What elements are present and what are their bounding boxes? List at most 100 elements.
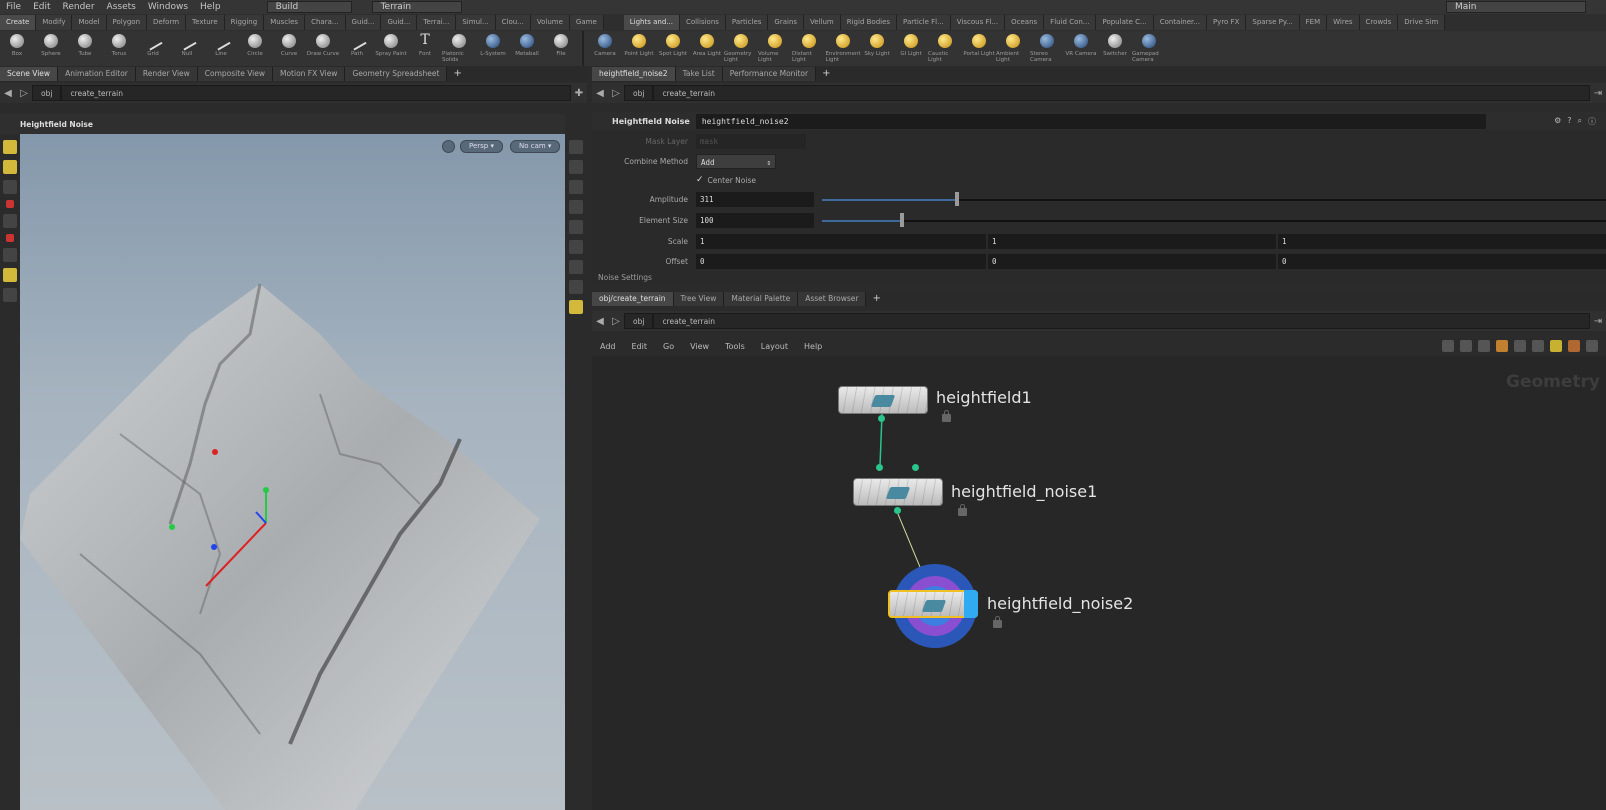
circle-tool-button[interactable]: Circle xyxy=(238,31,272,66)
element-size-field[interactable]: 100 xyxy=(696,212,814,228)
path-crumb-obj[interactable]: obj xyxy=(32,85,62,101)
shelf-tab[interactable]: FEM xyxy=(1299,15,1328,30)
amplitude-slider-knob[interactable] xyxy=(955,191,959,206)
platonic-tool-button[interactable]: Platonic Solids xyxy=(442,31,476,66)
tab-motion-fx-view[interactable]: Motion FX View xyxy=(273,66,346,81)
shelf-tab[interactable]: Model xyxy=(72,15,107,30)
persp-menu-button[interactable]: Persp ▾ xyxy=(460,140,503,153)
view-icon[interactable] xyxy=(442,140,455,153)
shelf-tab[interactable]: Clou... xyxy=(495,15,531,30)
spray-paint-tool-button[interactable]: Spray Paint xyxy=(374,31,408,66)
move-tool-icon[interactable] xyxy=(3,160,17,174)
element-size-slider[interactable] xyxy=(822,212,1606,228)
noise-settings-section[interactable]: Noise Settings xyxy=(598,273,652,282)
wrench-icon[interactable] xyxy=(1442,340,1454,352)
path-crumb-node[interactable]: create_terrain xyxy=(61,85,571,101)
sticky-note-icon[interactable] xyxy=(1532,340,1544,352)
menu-help[interactable]: Help xyxy=(194,2,227,12)
shelf-tab[interactable]: Populate C... xyxy=(1096,15,1154,30)
search-icon[interactable]: ⌕ xyxy=(1578,116,1582,127)
node-label-heightfield1[interactable]: heightfield1 xyxy=(936,388,1032,407)
node-heightfield1[interactable] xyxy=(838,386,928,414)
info-icon[interactable]: ⓘ xyxy=(1588,116,1596,127)
tab-composite-view[interactable]: Composite View xyxy=(197,66,273,81)
amplitude-slider[interactable] xyxy=(822,191,1606,207)
tree-icon[interactable] xyxy=(1460,340,1472,352)
torus-tool-button[interactable]: Torus xyxy=(102,31,136,66)
network-menu-view[interactable]: View xyxy=(682,342,717,351)
sphere-shading-icon[interactable] xyxy=(569,200,583,214)
scale-z-field[interactable]: 1 xyxy=(1278,233,1606,249)
menu-file[interactable]: File xyxy=(0,2,27,12)
lock-icon[interactable] xyxy=(942,410,951,422)
add-tab-icon[interactable]: + xyxy=(816,68,836,79)
shelf-tab[interactable]: Fluid Con... xyxy=(1044,15,1097,30)
network-menu-add[interactable]: Add xyxy=(592,342,624,351)
gamepad-camera-tool-button[interactable]: Gamepad Camera xyxy=(1132,31,1166,66)
normals-icon[interactable] xyxy=(569,260,583,274)
element-size-slider-knob[interactable] xyxy=(900,212,904,227)
handle-tool-icon[interactable] xyxy=(6,200,14,208)
forward-arrow-icon[interactable]: ▷ xyxy=(608,316,624,327)
network-menu-go[interactable]: Go xyxy=(655,342,682,351)
tab-take-list[interactable]: Take List xyxy=(675,66,723,81)
shelf-tab[interactable]: Guid... xyxy=(345,15,382,30)
line-tool-button[interactable]: Line xyxy=(204,31,238,66)
offset-x-field[interactable]: 0 xyxy=(696,253,986,269)
gear-icon[interactable]: ⚙ xyxy=(1554,116,1561,127)
camera-tool-button[interactable]: Camera xyxy=(588,31,622,66)
tab-material-palette[interactable]: Material Palette xyxy=(724,291,799,306)
distant-light-tool-button[interactable]: Distant Light xyxy=(792,31,826,66)
menu-assets[interactable]: Assets xyxy=(101,2,142,12)
shelf-tab[interactable]: Volume xyxy=(530,15,570,30)
path-crumb-node[interactable]: create_terrain xyxy=(653,313,1590,329)
lock-icon[interactable] xyxy=(569,160,583,174)
tab-asset-browser[interactable]: Asset Browser xyxy=(798,291,867,306)
switcher-tool-button[interactable]: Switcher xyxy=(1098,31,1132,66)
display-flag[interactable] xyxy=(964,590,978,618)
tab-geometry-spreadsheet[interactable]: Geometry Spreadsheet xyxy=(345,66,448,81)
shelf-tab[interactable]: Particles xyxy=(725,15,769,30)
network-menu-layout[interactable]: Layout xyxy=(753,342,796,351)
combine-method-select[interactable]: Add ⇕ xyxy=(696,153,776,169)
shelf-tab[interactable]: Chara... xyxy=(305,15,346,30)
forward-arrow-icon[interactable]: ▷ xyxy=(608,88,624,99)
select-tool-icon[interactable] xyxy=(3,140,17,154)
shelf-tab[interactable]: Rigid Bodies xyxy=(840,15,898,30)
network-box-icon[interactable] xyxy=(1550,340,1562,352)
metaball-tool-button[interactable]: Metaball xyxy=(510,31,544,66)
curve-tool-button[interactable]: Curve xyxy=(272,31,306,66)
spot-light-tool-button[interactable]: Spot Light xyxy=(656,31,690,66)
shelf-tab[interactable]: Viscous Fl... xyxy=(950,15,1006,30)
points-icon[interactable] xyxy=(569,240,583,254)
file-tool-button[interactable]: File xyxy=(544,31,578,66)
search-icon[interactable] xyxy=(1586,340,1598,352)
shelf-tab[interactable]: Container... xyxy=(1153,15,1207,30)
network-editor[interactable]: Geometry heightfield1 heightfield_noise1… xyxy=(592,356,1606,810)
scale-x-field[interactable]: 1 xyxy=(696,233,986,249)
tab-performance-monitor[interactable]: Performance Monitor xyxy=(722,66,817,81)
flag-icon[interactable] xyxy=(1568,340,1580,352)
node-label-heightfield-noise2[interactable]: heightfield_noise2 xyxy=(987,594,1133,613)
offset-z-field[interactable]: 0 xyxy=(1278,253,1606,269)
node-name-field[interactable]: heightfield_noise2 xyxy=(695,113,1486,129)
color-palette-icon[interactable] xyxy=(1496,340,1508,352)
back-arrow-icon[interactable]: ◀ xyxy=(592,316,608,327)
pin-icon[interactable]: ⇥ xyxy=(1590,88,1606,99)
network-menu-edit[interactable]: Edit xyxy=(624,342,656,351)
tab-animation-editor[interactable]: Animation Editor xyxy=(58,66,136,81)
view-tool-icon[interactable] xyxy=(3,248,17,262)
pin-icon[interactable]: ⇥ xyxy=(1590,316,1606,327)
add-tab-icon[interactable]: + xyxy=(866,293,886,304)
output-connector[interactable] xyxy=(878,415,885,422)
add-tab-icon[interactable]: + xyxy=(447,68,467,79)
node-heightfield-noise1[interactable] xyxy=(853,478,943,506)
node-label-heightfield-noise1[interactable]: heightfield_noise1 xyxy=(951,482,1097,501)
back-arrow-icon[interactable]: ◀ xyxy=(592,88,608,99)
shelf-tab[interactable]: Game xyxy=(569,15,604,30)
tab-network-editor[interactable]: obj/create_terrain xyxy=(592,291,674,306)
wireframe-icon[interactable] xyxy=(569,220,583,234)
tab-scene-view[interactable]: Scene View xyxy=(0,66,59,81)
lock-icon[interactable] xyxy=(993,616,1002,628)
shelf-tab[interactable]: Crowds xyxy=(1359,15,1399,30)
